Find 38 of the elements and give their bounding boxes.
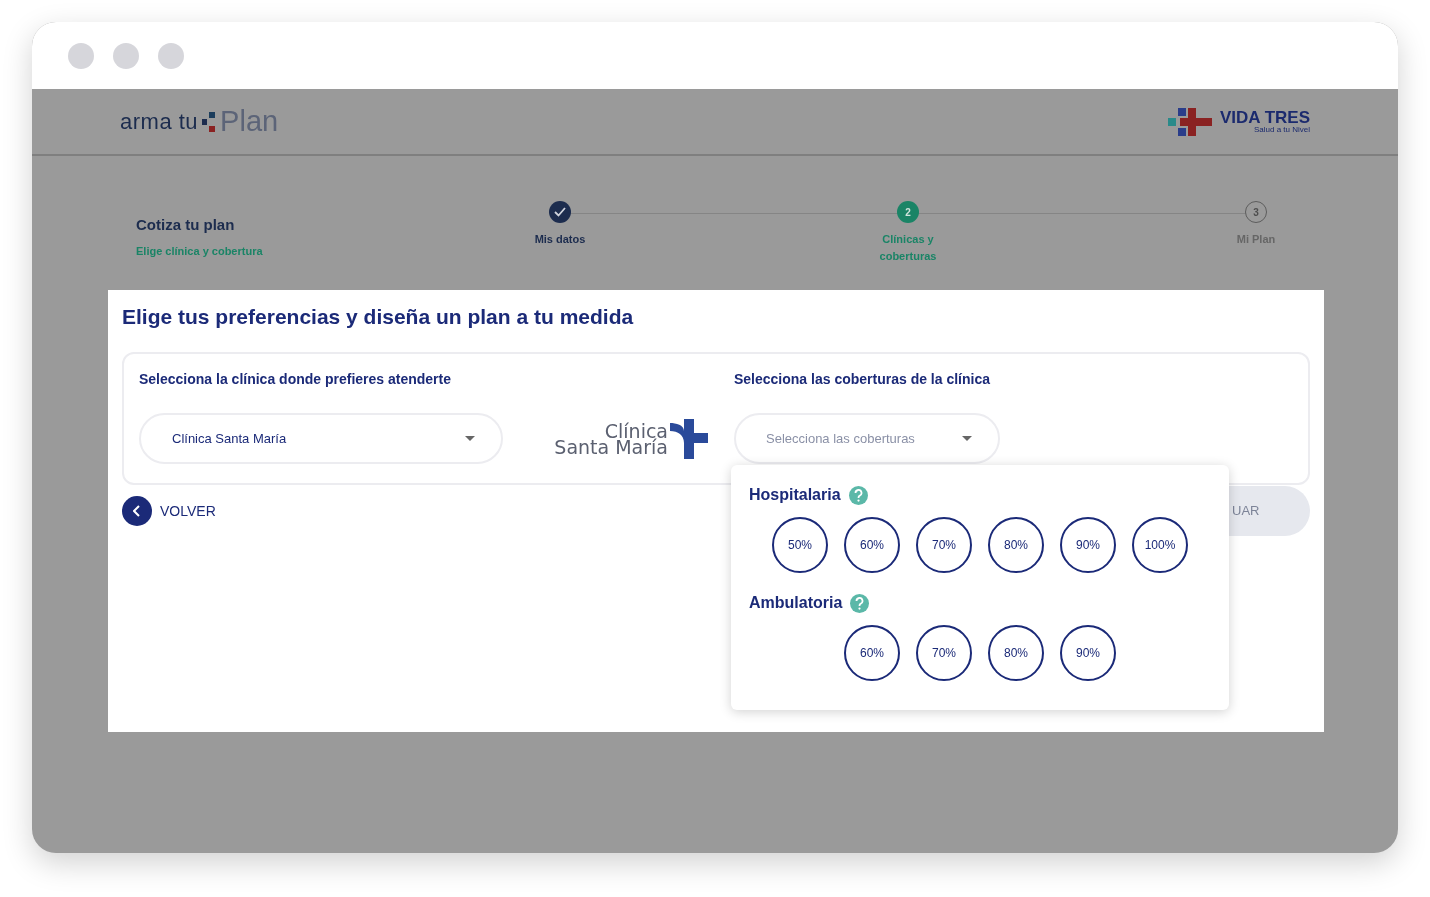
help-icon[interactable] (850, 593, 870, 613)
caret-icon (465, 436, 475, 442)
clinic-label: Selecciona la clínica donde prefieres atenderte (139, 370, 452, 390)
help-icon[interactable] (848, 485, 868, 505)
coverage-option[interactable]: 60% (844, 625, 900, 681)
step-number: 2 (897, 201, 919, 223)
caret-icon (962, 436, 972, 442)
coverage-option[interactable]: 90% (1060, 517, 1116, 573)
window-control[interactable] (158, 42, 184, 69)
panel-title: Elige tus preferencias y diseña un plan a tu medida (122, 304, 635, 330)
coverage-option[interactable]: 50% (772, 517, 828, 573)
step-number: 3 (1245, 201, 1267, 223)
logo-text: arma tu (120, 108, 199, 136)
step-label: Mis datos (533, 232, 587, 247)
coverage-label: Selecciona las coberturas de la clínica (734, 370, 991, 390)
cross-logo-icon (1167, 107, 1212, 136)
coverage-option[interactable]: 90% (1060, 625, 1116, 681)
chevron-left-icon (133, 505, 141, 518)
progress-title: Cotiza tu plan (136, 215, 236, 235)
coverage-option[interactable]: 60% (844, 517, 900, 573)
logo-icon (202, 110, 217, 133)
window-control[interactable] (68, 42, 94, 69)
brand-tagline: Salud a tu Nivel (1252, 126, 1310, 134)
coverage-option[interactable]: 80% (988, 517, 1044, 573)
clinic-select[interactable]: Clínica Santa María (139, 413, 503, 465)
group-title: Ambulatoria (749, 593, 843, 613)
step-label: Clínicas y coberturas (878, 232, 938, 264)
progress-subtitle: Elige clínica y cobertura (136, 243, 264, 259)
group-title: Hospitalaria (749, 485, 841, 505)
coverage-option[interactable]: 70% (916, 625, 972, 681)
coverage-option[interactable]: 80% (988, 625, 1044, 681)
coverage-option[interactable]: 70% (916, 517, 972, 573)
logo-text: Plan (220, 103, 279, 139)
brand-name: VIDA TRES (1219, 109, 1310, 126)
coverage-option[interactable]: 100% (1132, 517, 1188, 573)
window-control[interactable] (113, 42, 139, 69)
clinic-logo: Clínica Santa María (554, 418, 710, 459)
back-button[interactable]: VOLVER (122, 496, 216, 527)
